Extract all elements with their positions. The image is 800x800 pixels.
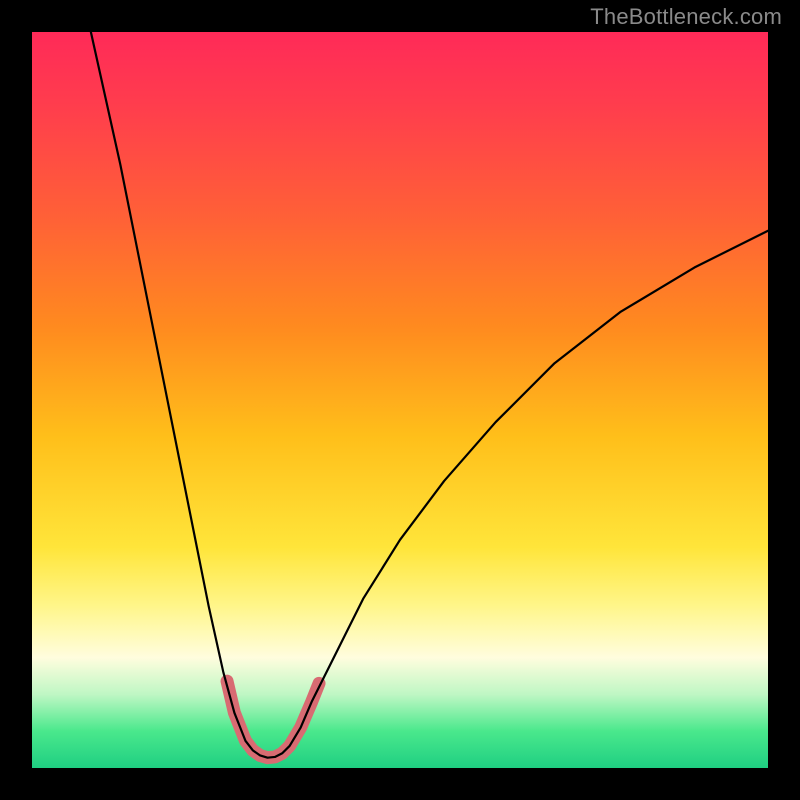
chart-frame: { "watermark": "TheBottleneck.com", "cha… xyxy=(0,0,800,800)
watermark-text: TheBottleneck.com xyxy=(590,4,782,30)
chart-svg xyxy=(0,0,800,800)
plot-background xyxy=(32,32,768,768)
